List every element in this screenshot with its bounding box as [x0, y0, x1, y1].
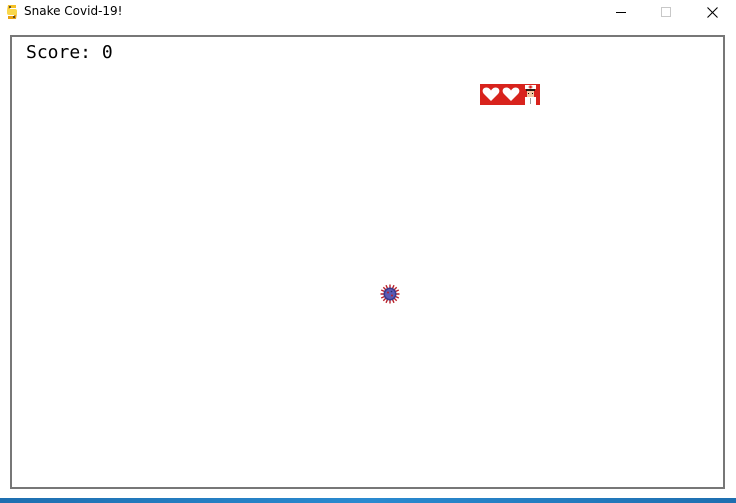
minimize-icon	[616, 12, 626, 13]
heart-icon	[482, 87, 500, 101]
maximize-button[interactable]	[643, 0, 689, 24]
minimize-button[interactable]	[598, 0, 644, 24]
lives-indicator	[480, 84, 540, 105]
nurse-icon	[525, 85, 536, 105]
python-icon	[7, 5, 17, 19]
window-title: Snake Covid-19!	[24, 4, 123, 18]
virus-food-icon	[380, 284, 400, 304]
game-canvas[interactable]: Score: 0	[0, 24, 736, 499]
score-label: Score: 0	[26, 42, 113, 63]
heart-icon	[502, 87, 520, 101]
close-button[interactable]	[689, 0, 735, 24]
title-bar: Snake Covid-19!	[0, 0, 736, 24]
close-icon	[706, 6, 718, 18]
playfield: Score: 0	[10, 35, 725, 489]
taskbar-edge	[0, 498, 736, 503]
maximize-icon	[661, 7, 671, 17]
